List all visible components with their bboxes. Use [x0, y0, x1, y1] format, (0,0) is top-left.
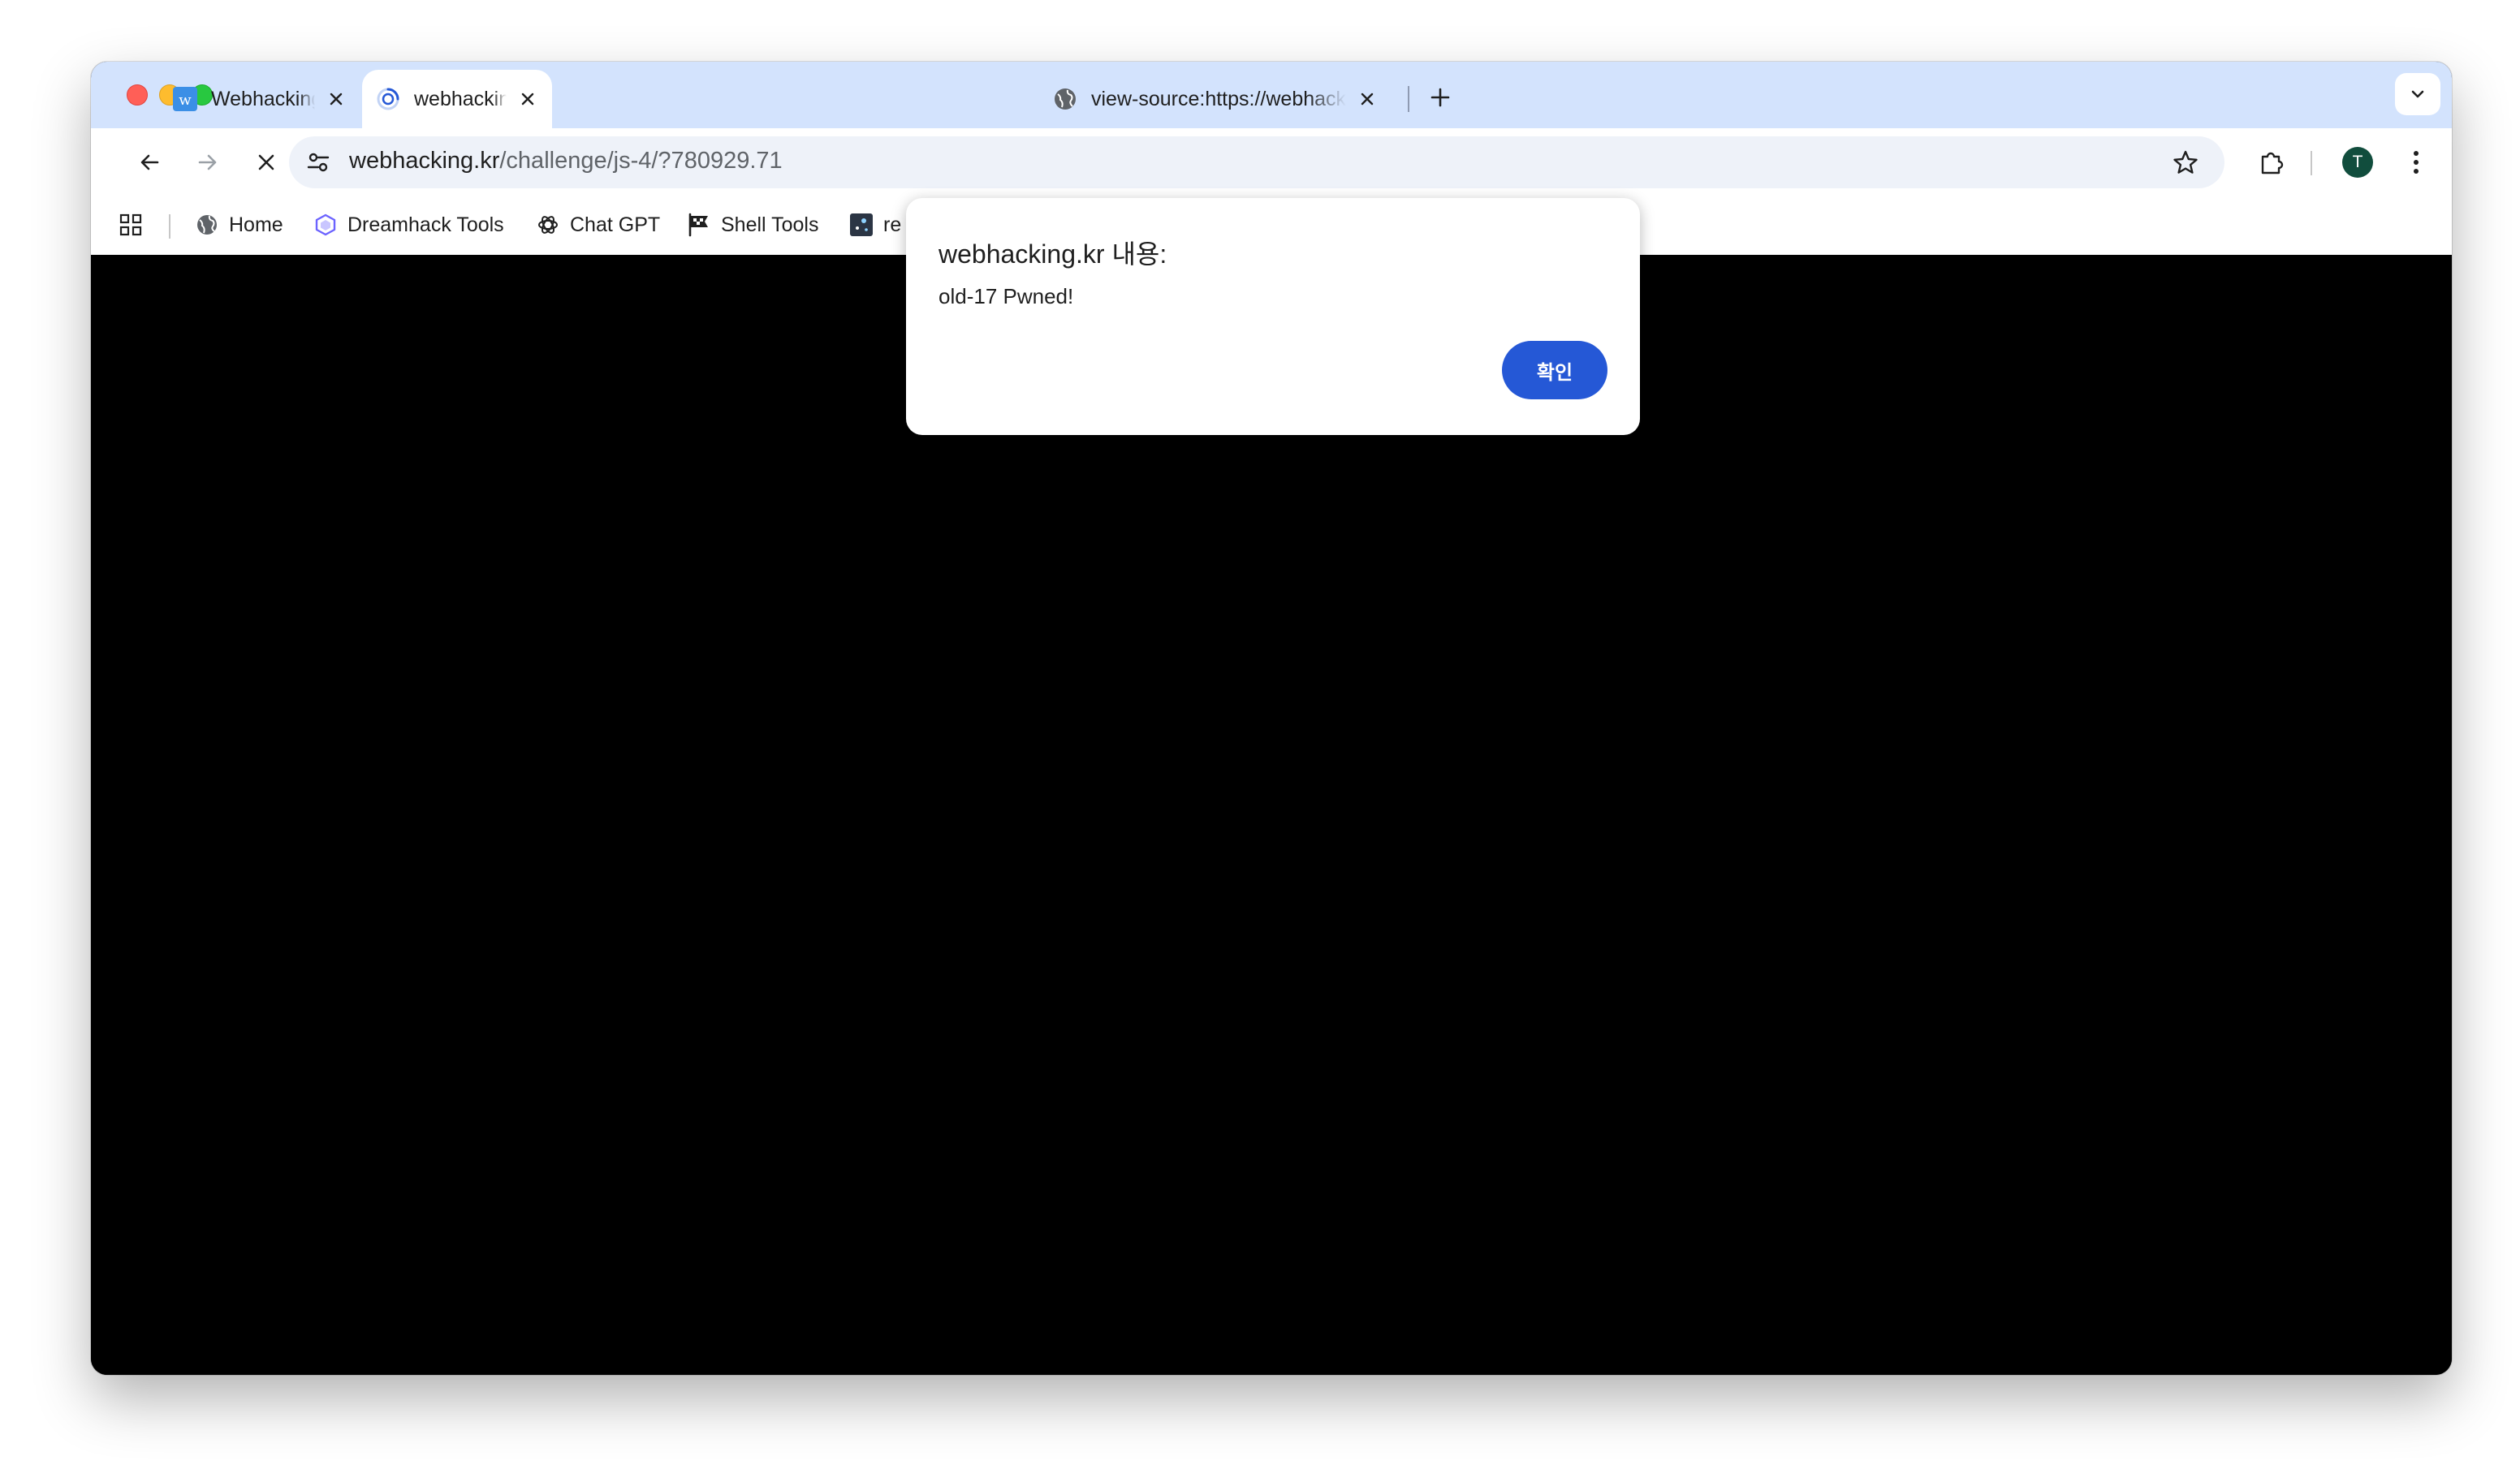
bookmark-chat-gpt[interactable]: Chat GPT	[536, 206, 660, 243]
tune-icon	[307, 153, 330, 172]
new-tab-button[interactable]	[1421, 78, 1460, 117]
apps-grid-icon	[119, 213, 142, 236]
browser-menu-button[interactable]	[2393, 140, 2439, 185]
more-vertical-icon	[2414, 151, 2419, 174]
tab-strip: w Webhacking.kr webhacking.kr/challenge/…	[91, 62, 2452, 128]
bookmark-star-button[interactable]	[2166, 143, 2205, 182]
forward-button[interactable]	[185, 140, 231, 185]
ok-button[interactable]: 확인	[1502, 341, 1607, 399]
close-tab-icon[interactable]	[1353, 84, 1382, 114]
globe-icon	[195, 213, 219, 237]
globe-icon	[1052, 86, 1078, 112]
address-bar[interactable]: webhacking.kr/challenge/js-4/?780929.71	[289, 136, 2224, 188]
apps-button[interactable]	[119, 206, 143, 243]
tab-challenge-js-4[interactable]: webhacking.kr/challenge/js-4/?780929.71	[362, 70, 552, 128]
bookmark-label: Dreamhack Tools	[347, 213, 504, 236]
tab-separator	[1408, 86, 1409, 112]
puzzle-icon	[2261, 152, 2284, 174]
dialog-title: webhacking.kr 내용:	[939, 239, 1167, 269]
extensions-button[interactable]	[2249, 140, 2294, 185]
plus-icon	[1430, 88, 1450, 107]
bookmark-home[interactable]: Home	[195, 206, 283, 243]
alert-dialog: webhacking.kr 내용: old-17 Pwned! 확인	[906, 198, 1640, 435]
close-window-button[interactable]	[127, 84, 148, 106]
bookmark-label: Home	[229, 213, 283, 236]
url-host: webhacking.kr	[349, 148, 500, 174]
tab-title: webhacking.kr/challenge/js-4/?780929.71	[414, 87, 507, 110]
toolbar-separator	[2311, 151, 2312, 175]
close-tab-icon[interactable]	[321, 84, 351, 114]
flag-icon	[687, 213, 711, 237]
url-text[interactable]: webhacking.kr/challenge/js-4/?780929.71	[349, 148, 783, 174]
loading-spinner-icon	[375, 86, 401, 112]
arrow-left-icon	[140, 154, 159, 170]
profile-button[interactable]: T	[2335, 140, 2380, 185]
bookmark-dreamhack-tools[interactable]: Dreamhack Tools	[313, 206, 504, 243]
tab-search-button[interactable]	[2395, 73, 2440, 115]
chevron-down-icon	[2411, 90, 2424, 98]
openai-icon	[536, 213, 560, 237]
webhacking-w-icon: w	[172, 86, 198, 112]
tab-view-source[interactable]: view-source:https://webhacking.kr/challe…	[1039, 70, 1392, 128]
bookmarks-separator	[169, 214, 170, 239]
avatar: T	[2342, 147, 2373, 178]
close-icon	[258, 154, 274, 170]
stop-loading-button[interactable]	[244, 140, 289, 185]
bookmark-label: Shell Tools	[721, 213, 819, 236]
bookmark-re[interactable]: re	[849, 206, 901, 243]
toolbar: webhacking.kr/challenge/js-4/?780929.71 …	[91, 128, 2452, 195]
tab-webhacking[interactable]: w Webhacking.kr	[159, 70, 360, 128]
bookmark-label: re	[883, 213, 902, 236]
arrow-right-icon	[198, 154, 217, 170]
close-tab-icon[interactable]	[513, 84, 542, 114]
bookmark-label: Chat GPT	[570, 213, 661, 236]
browser-window: w Webhacking.kr webhacking.kr/challenge/…	[91, 62, 2452, 1375]
hexagon-icon	[313, 213, 338, 237]
site-info-button[interactable]	[297, 141, 339, 183]
url-path: /challenge/js-4/?780929.71	[499, 148, 783, 174]
svg-text:w: w	[179, 92, 192, 109]
back-button[interactable]	[127, 140, 172, 185]
dialog-message: old-17 Pwned!	[939, 284, 1074, 308]
tab-title: Webhacking.kr	[211, 87, 315, 110]
app-icon	[849, 213, 874, 237]
star-icon	[2173, 150, 2198, 174]
bookmark-shell-tools[interactable]: Shell Tools	[687, 206, 818, 243]
tab-title: view-source:https://webhacking.kr/challe…	[1091, 87, 1346, 110]
